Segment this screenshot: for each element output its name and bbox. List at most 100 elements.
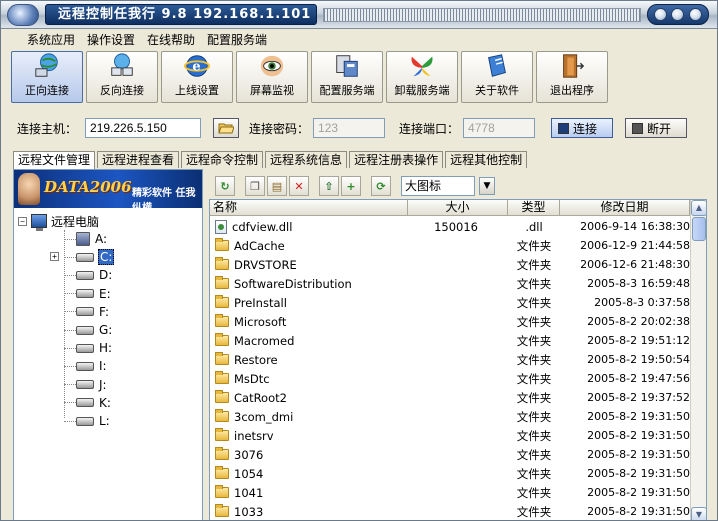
file-type: 文件夹 — [516, 447, 552, 462]
scroll-up-icon[interactable]: ▲ — [691, 200, 706, 216]
file-date: 2006-9-14 16:38:30 — [580, 220, 690, 233]
chevron-down-icon[interactable]: ▼ — [479, 177, 495, 195]
scroll-thumb[interactable] — [692, 217, 706, 241]
host-input[interactable]: 219.226.5.150 — [85, 118, 202, 138]
file-row[interactable]: inetsrv 文件夹 2005-8-2 19:31:50 — [210, 426, 690, 445]
tree-item-drive[interactable]: G: — [64, 321, 113, 339]
delete-icon: ✕ — [294, 179, 304, 193]
tab-file-manager[interactable]: 远程文件管理 — [13, 151, 96, 169]
tree-item-drive[interactable]: L: — [64, 412, 111, 430]
maximize-button[interactable] — [671, 8, 685, 21]
port-input[interactable]: 4778 — [463, 118, 536, 138]
connect-button[interactable]: 连接 — [551, 118, 614, 138]
tab-command-control[interactable]: 远程命令控制 — [181, 151, 264, 168]
disconnect-button[interactable]: 断开 — [625, 118, 688, 138]
file-row[interactable]: Macromed 文件夹 2005-8-2 19:51:12 — [210, 331, 690, 350]
paste-button[interactable]: ▤ — [267, 176, 287, 196]
drive-label: C: — [98, 249, 115, 266]
file-row[interactable]: Microsoft 文件夹 2005-8-2 20:02:38 — [210, 312, 690, 331]
app-logo-icon[interactable] — [7, 4, 39, 26]
tree-connector — [64, 347, 76, 349]
tree-item-drive[interactable]: E: — [64, 285, 112, 303]
delete-button[interactable]: ✕ — [289, 176, 309, 196]
scroll-down-icon[interactable]: ▼ — [691, 507, 706, 520]
tree-connector — [64, 238, 76, 240]
view-mode-select[interactable]: 大图标 — [401, 176, 475, 196]
file-row[interactable]: PreInstall 文件夹 2005-8-3 0:37:58 — [210, 293, 690, 312]
file-row[interactable]: cdfview.dll 150016 .dll 2006-9-14 16:38:30 — [210, 217, 690, 236]
tab-process-viewer[interactable]: 远程进程查看 — [97, 151, 180, 168]
close-button[interactable] — [688, 8, 702, 21]
vertical-scrollbar[interactable]: ▲ ▼ — [690, 200, 706, 520]
file-row[interactable]: Restore 文件夹 2005-8-2 19:50:54 — [210, 350, 690, 369]
menu-config-server[interactable]: 配置服务端 — [207, 31, 267, 48]
file-date: 2005-8-2 19:31:50 — [587, 429, 690, 442]
file-name-cell: Macromed — [210, 333, 408, 348]
file-row[interactable]: 1033 文件夹 2005-8-2 19:31:50 — [210, 502, 690, 520]
tree-item-drive[interactable]: K: — [64, 394, 112, 412]
column-header-date[interactable]: 修改日期 — [560, 200, 690, 215]
file-date: 2005-8-2 19:37:52 — [587, 391, 690, 404]
file-row[interactable]: DRVSTORE 文件夹 2006-12-6 21:48:30 — [210, 255, 690, 274]
file-row[interactable]: 1041 文件夹 2005-8-2 19:31:50 — [210, 483, 690, 502]
file-row[interactable]: SoftwareDistribution 文件夹 2005-8-3 16:59:48 — [210, 274, 690, 293]
password-input[interactable]: 123 — [313, 118, 386, 138]
uninstall-server-button[interactable]: 卸载服务端 — [386, 51, 458, 103]
tree-item-drive[interactable]: I: — [64, 357, 108, 375]
file-name: PreInstall — [234, 295, 287, 310]
menu-help[interactable]: 在线帮助 — [147, 31, 195, 48]
tree-connector — [64, 293, 76, 295]
tree-item-drive[interactable]: D: — [64, 266, 113, 284]
tree-item-drive[interactable]: A: — [64, 230, 108, 248]
copy-button[interactable]: ❐ — [245, 176, 265, 196]
file-name: MsDtc — [234, 371, 270, 386]
file-row[interactable]: 3076 文件夹 2005-8-2 19:31:50 — [210, 445, 690, 464]
forward-connect-button[interactable]: 正向连接 — [11, 51, 83, 103]
sync-button[interactable]: ⟳ — [371, 176, 391, 196]
file-type: 文件夹 — [516, 390, 552, 405]
online-settings-button[interactable]: e 上线设置 — [161, 51, 233, 103]
file-row[interactable]: 1054 文件夹 2005-8-2 19:31:50 — [210, 464, 690, 483]
file-row[interactable]: 3com_dmi 文件夹 2005-8-2 19:31:50 — [210, 407, 690, 426]
expand-icon[interactable]: + — [50, 252, 59, 262]
new-folder-button[interactable]: + — [341, 176, 361, 196]
file-date: 2005-8-2 19:31:50 — [587, 448, 690, 461]
reverse-connect-button[interactable]: 反向连接 — [86, 51, 158, 103]
file-name-cell: SoftwareDistribution — [210, 276, 408, 291]
tree-item-drive[interactable]: F: — [64, 303, 110, 321]
drive-label: L: — [99, 414, 110, 428]
folder-icon — [215, 333, 229, 346]
about-software-button[interactable]: 关于软件 — [461, 51, 533, 103]
tree-item-drive[interactable]: H: — [64, 339, 113, 357]
menu-bar: 系统应用 操作设置 在线帮助 配置服务端 — [1, 29, 717, 49]
file-name: AdCache — [234, 238, 285, 253]
tab-system-info[interactable]: 远程系统信息 — [265, 151, 348, 168]
file-date: 2005-8-2 19:47:56 — [587, 372, 690, 385]
file-row[interactable]: AdCache 文件夹 2006-12-9 21:44:58 — [210, 236, 690, 255]
minimize-button[interactable] — [654, 8, 668, 21]
upload-button[interactable]: ⇧ — [319, 176, 339, 196]
file-row[interactable]: MsDtc 文件夹 2005-8-2 19:47:56 — [210, 369, 690, 388]
menu-settings[interactable]: 操作设置 — [87, 31, 135, 48]
file-row[interactable]: CatRoot2 文件夹 2005-8-2 19:37:52 — [210, 388, 690, 407]
tab-other-control[interactable]: 远程其他控制 — [445, 151, 528, 168]
column-header-name[interactable]: 名称 — [210, 200, 408, 215]
tree-item-drive[interactable]: J: — [64, 376, 108, 394]
tree-root[interactable]: − 远程电脑 — [18, 212, 99, 231]
collapse-icon[interactable]: − — [18, 216, 27, 226]
ie-globe-icon: e — [183, 55, 211, 77]
column-header-size[interactable]: 大小 — [408, 200, 508, 215]
file-date: 2005-8-2 19:50:54 — [587, 353, 690, 366]
tab-registry[interactable]: 远程注册表操作 — [349, 151, 444, 168]
tree-item-drive[interactable]: C: — [64, 248, 115, 266]
menu-system[interactable]: 系统应用 — [27, 31, 75, 48]
drive-label: E: — [99, 286, 111, 301]
column-header-type[interactable]: 类型 — [508, 200, 560, 215]
browse-host-button[interactable] — [213, 118, 240, 138]
title-grip — [323, 8, 641, 22]
exit-program-button[interactable]: 退出程序 — [536, 51, 608, 103]
screen-monitor-button[interactable]: 屏幕监视 — [236, 51, 308, 103]
config-server-button[interactable]: 配置服务端 — [311, 51, 383, 103]
title-bar[interactable]: 远程控制任我行 9.8 192.168.1.101 — [1, 1, 717, 29]
refresh-button[interactable]: ↻ — [215, 176, 235, 196]
